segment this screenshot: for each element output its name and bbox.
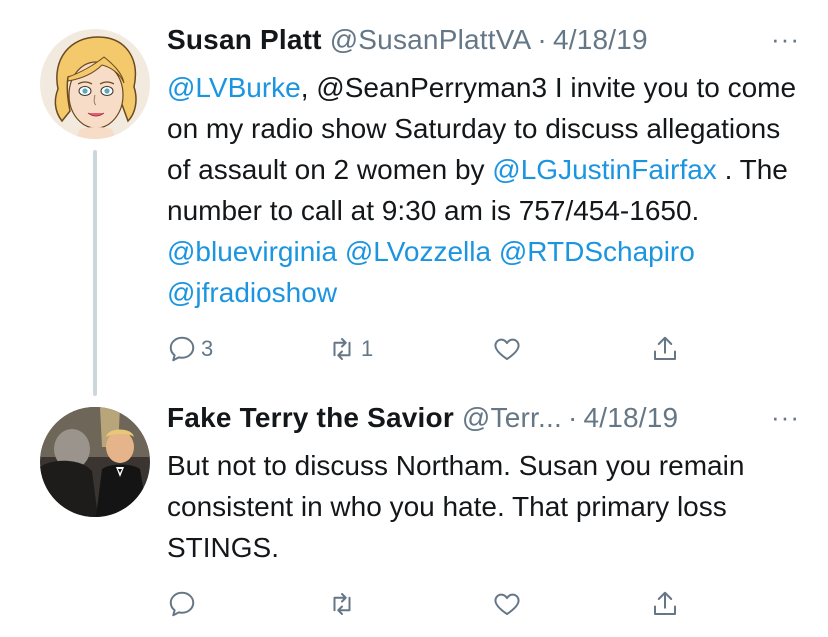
tweet[interactable]: Susan Platt @SusanPlattVA · 4/18/19 ··· … xyxy=(0,0,828,396)
retweet-button[interactable] xyxy=(327,584,361,624)
retweet-count: 1 xyxy=(361,336,374,361)
mention-link[interactable]: @jfradioshow xyxy=(167,277,337,308)
like-button[interactable] xyxy=(492,584,522,624)
retweet-icon xyxy=(333,593,351,615)
tweet[interactable]: Fake Terry the Savior @Terr... · 4/18/19… xyxy=(0,396,828,637)
separator: · xyxy=(567,402,578,433)
more-options-icon[interactable]: ··· xyxy=(771,24,800,55)
mention-link[interactable]: @RTDSchapiro xyxy=(499,236,695,267)
avatar[interactable] xyxy=(40,407,150,517)
author-name[interactable]: Susan Platt xyxy=(167,24,322,56)
like-button[interactable] xyxy=(492,329,522,369)
tweet-date[interactable]: 4/18/19 xyxy=(553,24,648,56)
reply-button[interactable] xyxy=(167,584,201,624)
tweet-header: Susan Platt @SusanPlattVA · 4/18/19 ··· xyxy=(167,24,808,60)
share-button[interactable] xyxy=(650,329,680,369)
author-handle[interactable]: @Terr... xyxy=(462,402,562,434)
tweet-actions: 3 1 xyxy=(167,329,707,369)
tweet-text-segment xyxy=(337,236,345,267)
heart-icon xyxy=(494,338,520,360)
mention-link[interactable]: @LVBurke xyxy=(167,72,301,103)
tweet-text-segment xyxy=(491,236,499,267)
cartoon-woman-avatar-icon xyxy=(40,29,150,139)
author-name[interactable]: Fake Terry the Savior xyxy=(167,402,454,434)
mention-link[interactable]: @LGJustinFairfax xyxy=(492,154,717,185)
retweet-icon xyxy=(333,338,351,360)
share-button[interactable] xyxy=(650,584,680,624)
photo-avatar-icon xyxy=(40,407,150,517)
author-handle[interactable]: @SusanPlattVA xyxy=(330,24,532,56)
reply-count: 3 xyxy=(201,336,214,361)
tweet-header: Fake Terry the Savior @Terr... · 4/18/19… xyxy=(167,402,808,438)
retweet-button[interactable]: 1 xyxy=(327,329,373,369)
more-options-icon[interactable]: ··· xyxy=(771,402,800,433)
share-icon xyxy=(654,336,676,360)
separator: · xyxy=(537,24,547,55)
heart-icon xyxy=(494,593,520,615)
share-icon xyxy=(654,591,676,615)
tweet-text: But not to discuss Northam. Susan you re… xyxy=(167,445,807,568)
reply-icon xyxy=(169,591,195,617)
avatar[interactable] xyxy=(40,29,150,139)
reply-icon xyxy=(169,336,195,362)
tweet-actions xyxy=(167,584,707,624)
mention-link[interactable]: @LVozzella xyxy=(345,236,491,267)
tweet-text-segment: But not to discuss Northam. Susan you re… xyxy=(167,450,745,563)
mention-link[interactable]: @bluevirginia xyxy=(167,236,337,267)
tweet-date[interactable]: 4/18/19 xyxy=(584,402,679,434)
tweet-text: @LVBurke, @SeanPerryman3 I invite you to… xyxy=(167,67,807,313)
reply-button[interactable]: 3 xyxy=(167,329,213,369)
